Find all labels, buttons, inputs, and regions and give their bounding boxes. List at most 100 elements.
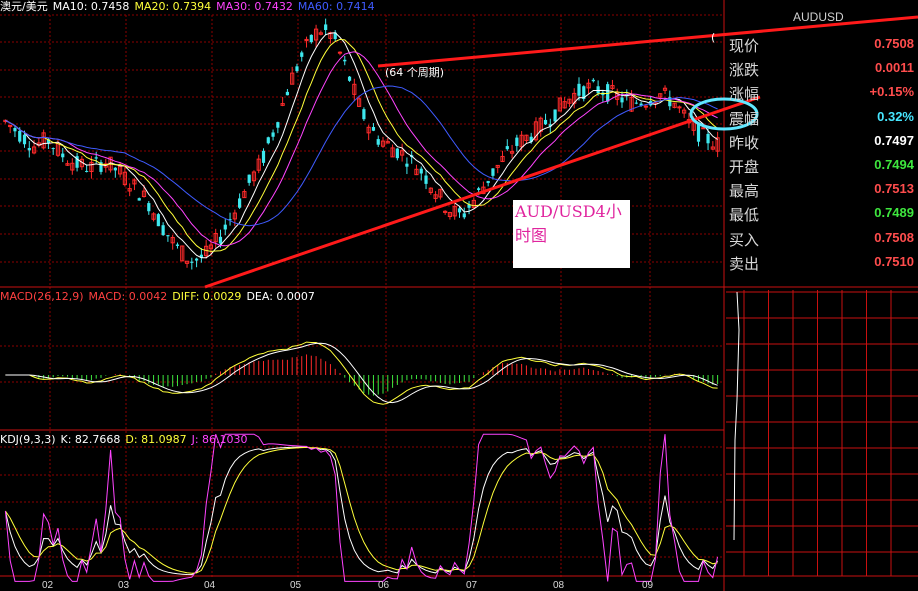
quote-label: 最低 <box>729 206 760 225</box>
annotation-line-1: AUD/USD4小 <box>515 202 622 221</box>
candle-body <box>61 153 65 158</box>
quote-row: 涨幅 +0.15% <box>729 81 916 105</box>
x-tick-label: 09 <box>642 580 654 591</box>
lower-trend-line <box>204 95 761 289</box>
quote-row: 开盘 0.7494 <box>729 154 916 178</box>
x-tick-label: 04 <box>204 580 216 591</box>
candle-body <box>362 109 366 120</box>
candle-body <box>591 79 595 82</box>
candle-body <box>701 127 706 130</box>
quote-label: 开盘 <box>729 158 760 176</box>
candle-body <box>190 261 194 263</box>
candle-body <box>94 157 98 159</box>
candle-body <box>309 34 313 43</box>
candle-body <box>147 203 151 212</box>
candle-body <box>238 198 242 208</box>
j-line <box>4 433 719 582</box>
x-tick-label: 06 <box>378 580 390 591</box>
candle-body <box>27 148 31 151</box>
quote-value: 0.7510 <box>874 253 914 269</box>
candle-body <box>223 224 227 230</box>
quote-value: 0.7497 <box>874 132 914 148</box>
candle-body <box>596 86 600 94</box>
x-tick-label: 03 <box>118 580 130 591</box>
quote-value: +0.15% <box>869 84 914 100</box>
header_main-item: 澳元/美元 <box>0 0 48 13</box>
dea-line <box>5 342 718 404</box>
header_macd-item: MACD(26,12,9) <box>0 290 84 303</box>
kdj-panel-header: KDJ(9,3,3) K: 82.7668 D: 81.0987 J: 86.1030 <box>0 433 253 447</box>
candle-body <box>271 132 275 137</box>
header_kdj-item: K: 82.7668 <box>60 433 121 446</box>
main-panel-header: 澳元/美元 MA10: 0.7458 MA20: 0.7394 MA30: 0.743… <box>0 0 380 14</box>
header_main-item: MA30: 0.7432 <box>216 0 293 13</box>
tick-line <box>733 291 740 541</box>
header_kdj-item: KDJ(9,3,3) <box>0 433 56 446</box>
header_macd-item: DIFF: 0.0029 <box>172 290 242 303</box>
quote-row: 卖出 0.7510 <box>729 251 916 275</box>
symbol-label: AUDUSD <box>793 10 844 24</box>
candle-body <box>696 123 701 142</box>
x-tick-label: 07 <box>466 580 478 591</box>
candle-body <box>285 91 290 96</box>
annotation-line-2: 时图 <box>515 226 548 245</box>
x-tick-label: 02 <box>42 580 54 591</box>
candle-body <box>261 150 266 163</box>
quote-row: 现价 0.7508 <box>729 33 916 57</box>
quote-label: 卖出 <box>729 254 760 273</box>
candle-body <box>620 97 624 103</box>
candle-body <box>424 175 428 184</box>
candle-body <box>491 168 495 176</box>
candle-body <box>113 167 117 171</box>
quote-value: 0.0011 <box>874 60 914 76</box>
candle-body <box>175 244 180 246</box>
quote-label: 涨幅 <box>729 85 760 104</box>
quote-value: 0.7494 <box>874 157 914 172</box>
candle-body <box>643 105 649 108</box>
candle-body <box>419 168 423 174</box>
candle-body <box>343 59 347 62</box>
candle-body <box>553 109 557 122</box>
quote-row: 涨跌 0.0011 <box>729 57 916 81</box>
quote-value: 0.7513 <box>874 181 914 197</box>
quote-label: 昨收 <box>729 133 760 152</box>
candle-body <box>376 139 380 145</box>
chart-annotation-box: AUD/USD4小 时图 <box>513 200 630 268</box>
candle-body <box>247 174 251 183</box>
header_main-item: MA20: 0.7394 <box>134 0 212 13</box>
candle-body <box>371 127 376 131</box>
candle-body <box>543 119 548 125</box>
candle-body <box>51 148 55 150</box>
candle-body <box>706 133 710 144</box>
candle-body <box>166 235 170 237</box>
candle-body <box>22 134 27 145</box>
quote-row: 买入 0.7508 <box>729 227 916 251</box>
quote-label: 最高 <box>729 182 760 201</box>
candle-body <box>337 51 343 54</box>
quote-label: 涨跌 <box>729 61 760 80</box>
quote-row: 震幅 0.32% <box>729 106 916 130</box>
quote-label: 现价 <box>729 37 760 55</box>
candle-body <box>194 258 199 261</box>
x-tick-label: 05 <box>290 580 302 591</box>
candle-body <box>218 236 223 244</box>
quote-row: 最低 0.7489 <box>729 202 916 226</box>
quote-label: 震幅 <box>729 109 760 128</box>
candle-body <box>477 188 481 190</box>
quote-value: 0.32% <box>877 108 914 124</box>
candle-body <box>300 52 304 57</box>
candle-body <box>161 225 165 236</box>
macd-panel-header: MACD(26,12,9) MACD: 0.0042 DIFF: 0.0029 DEA… <box>0 290 320 304</box>
candle-body <box>18 130 22 142</box>
candle-body <box>462 213 466 218</box>
cut-off-note: ( <box>711 31 716 44</box>
candle-body <box>324 24 328 30</box>
header_main-item: MA60: 0.7414 <box>297 0 375 13</box>
candle-body <box>276 122 280 128</box>
candle-body <box>457 208 462 213</box>
quote-label: 买入 <box>729 230 760 249</box>
period-note: (64 个周期) <box>385 66 445 79</box>
candle-body <box>266 137 270 144</box>
header_kdj-item: D: 81.0987 <box>125 433 187 446</box>
candle-body <box>677 106 682 109</box>
